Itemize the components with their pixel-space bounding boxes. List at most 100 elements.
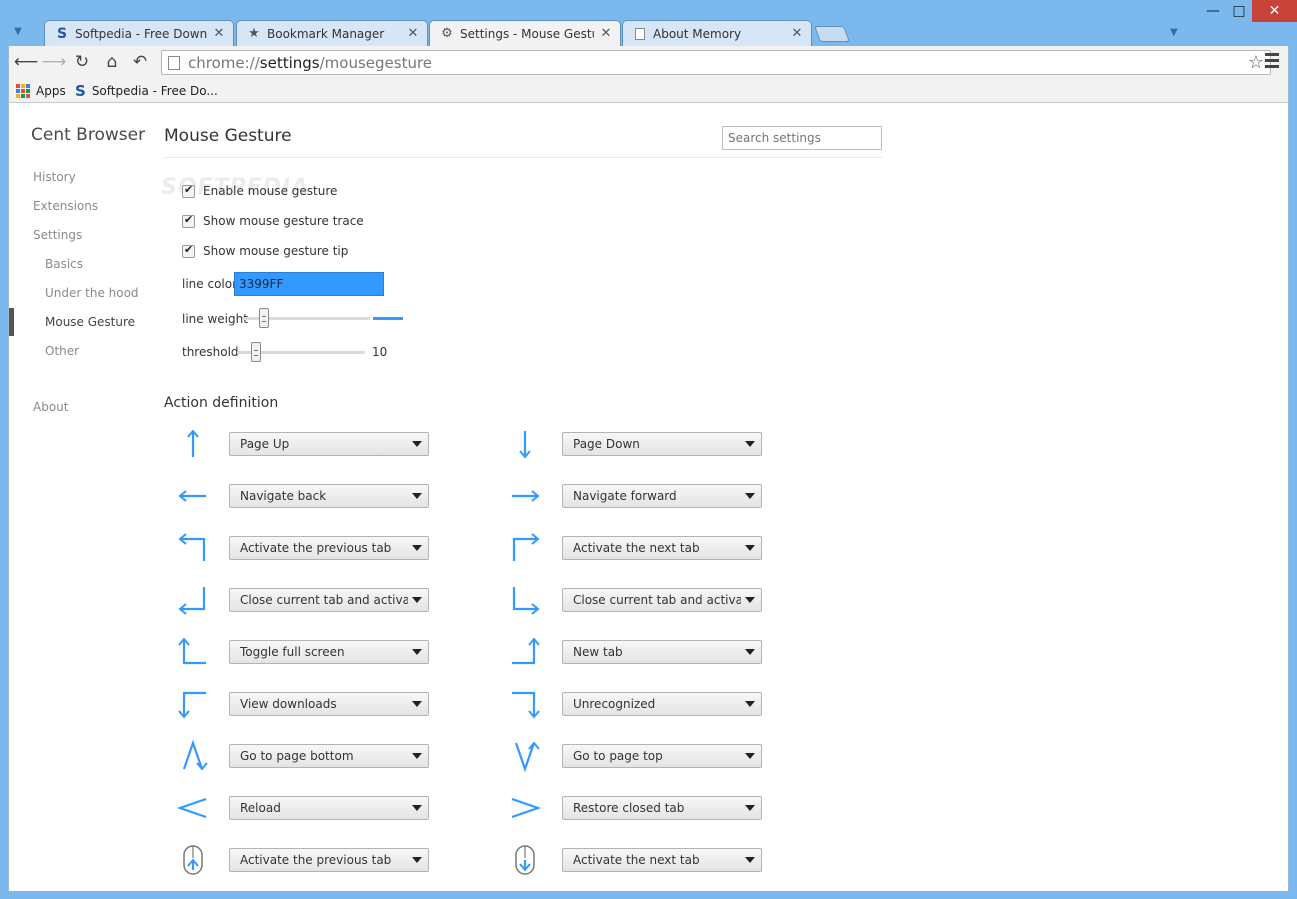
close-tab-icon[interactable]: ✕ <box>791 26 803 41</box>
action-select-left-right[interactable]: Reload <box>229 796 429 820</box>
page-title: Mouse Gesture <box>164 126 292 146</box>
action-select-right-down[interactable]: Unrecognized <box>562 692 762 716</box>
gesture-left-icon <box>176 479 210 513</box>
action-select-wheel-down[interactable]: Activate the next tab <box>562 848 762 872</box>
tab-softpedia[interactable]: S Softpedia - Free Downloads ✕ <box>44 20 234 46</box>
gear-icon: ⚙ <box>441 26 453 41</box>
chevron-down-icon <box>412 701 422 707</box>
new-tab-button[interactable] <box>814 26 850 42</box>
close-tab-icon[interactable]: ✕ <box>407 26 419 41</box>
action-select-up[interactable]: Page Up <box>229 432 429 456</box>
undo-close-tab-button[interactable]: ↶ <box>129 51 151 73</box>
action-select-down-up[interactable]: Go to page top <box>562 744 762 768</box>
action-select-value: Go to page top <box>573 749 663 763</box>
line-color-input[interactable]: 3399FF <box>234 272 384 296</box>
action-select-right-up[interactable]: New tab <box>562 640 762 664</box>
tab-list-icon[interactable]: ▼ <box>10 26 26 38</box>
threshold-slider-thumb[interactable] <box>251 342 261 362</box>
checkbox-label: Enable mouse gesture <box>203 184 338 198</box>
sidebar-item-about[interactable]: About <box>33 400 68 414</box>
page-icon <box>168 55 180 70</box>
gesture-down-right-icon <box>508 583 542 617</box>
sidebar-selection-marker <box>9 308 14 336</box>
chevron-down-icon <box>745 805 755 811</box>
close-icon: ✕ <box>1268 3 1281 19</box>
enable-mouse-gesture-checkbox[interactable]: Enable mouse gesture <box>182 183 338 198</box>
apps-icon <box>16 84 30 98</box>
action-select-up-left[interactable]: Activate the previous tab <box>229 536 429 560</box>
url-host: settings <box>259 53 320 72</box>
line-weight-slider-thumb[interactable] <box>259 308 269 328</box>
tab-settings[interactable]: ⚙ Settings - Mouse Gesture ✕ <box>429 20 621 46</box>
address-text[interactable]: chrome://settings/mousegesture <box>188 54 432 72</box>
sidebar-item-other[interactable]: Other <box>45 344 79 358</box>
action-select-right-left[interactable]: Restore closed tab <box>562 796 762 820</box>
sidebar-item-history[interactable]: History <box>33 170 76 184</box>
bookmark-label: Apps <box>36 84 66 98</box>
sidebar-item-mouse-gesture[interactable]: Mouse Gesture <box>45 315 135 329</box>
chevron-down-icon <box>745 649 755 655</box>
show-gesture-trace-checkbox[interactable]: Show mouse gesture trace <box>182 213 364 228</box>
address-bar[interactable]: chrome://settings/mousegesture ☆ <box>161 50 1271 75</box>
home-button[interactable]: ⌂ <box>101 51 123 73</box>
search-settings-input[interactable] <box>722 126 882 150</box>
show-gesture-tip-checkbox[interactable]: Show mouse gesture tip <box>182 243 348 258</box>
sidebar-item-basics[interactable]: Basics <box>45 257 83 271</box>
tab-about-memory[interactable]: About Memory ✕ <box>622 20 812 46</box>
minimize-icon: — <box>1206 3 1220 19</box>
tab-title: Softpedia - Free Downloads <box>75 26 207 41</box>
checkbox-box[interactable] <box>182 243 195 258</box>
close-tab-icon[interactable]: ✕ <box>600 26 612 41</box>
gesture-up-down-icon <box>176 739 210 773</box>
bookmark-apps[interactable]: Apps <box>16 82 66 100</box>
checkbox-box[interactable] <box>182 183 195 198</box>
toolbar: ⟵ ⟶ ↻ ⌂ ↶ chrome://settings/mousegesture… <box>8 46 1289 79</box>
tab-search-icon[interactable]: ▼ <box>1170 27 1178 38</box>
action-select-value: Navigate back <box>240 489 327 503</box>
undo-icon: ↶ <box>132 52 148 72</box>
action-select-down[interactable]: Page Down <box>562 432 762 456</box>
action-select-right[interactable]: Navigate forward <box>562 484 762 508</box>
reload-button[interactable]: ↻ <box>71 51 93 73</box>
action-select-left-down[interactable]: View downloads <box>229 692 429 716</box>
bookmark-softpedia[interactable]: S Softpedia - Free Do... <box>75 82 218 100</box>
sidebar-item-under-the-hood[interactable]: Under the hood <box>45 286 139 300</box>
menu-icon[interactable] <box>1265 53 1279 71</box>
action-select-wheel-up[interactable]: Activate the previous tab <box>229 848 429 872</box>
bookmarks-bar: Apps S Softpedia - Free Do... <box>8 79 1289 103</box>
star-icon: ★ <box>248 26 260 41</box>
action-select-left-up[interactable]: Toggle full screen <box>229 640 429 664</box>
action-select-up-right[interactable]: Activate the next tab <box>562 536 762 560</box>
close-tab-icon[interactable]: ✕ <box>213 26 225 41</box>
checkbox-box[interactable] <box>182 213 195 228</box>
action-select-down-right[interactable]: Close current tab and activate the next … <box>562 588 762 612</box>
action-select-left[interactable]: Navigate back <box>229 484 429 508</box>
chevron-down-icon <box>745 753 755 759</box>
title-divider <box>164 157 882 158</box>
chevron-down-icon <box>412 493 422 499</box>
action-select-down-left[interactable]: Close current tab and activate the previ… <box>229 588 429 612</box>
tab-bookmark-manager[interactable]: ★ Bookmark Manager ✕ <box>236 20 428 46</box>
back-button[interactable]: ⟵ <box>14 51 38 73</box>
action-select-value: Activate the next tab <box>573 853 700 867</box>
chevron-down-icon <box>745 545 755 551</box>
softpedia-icon: S <box>56 25 68 42</box>
minimize-button[interactable]: — <box>1200 0 1226 22</box>
sidebar-item-extensions[interactable]: Extensions <box>33 199 98 213</box>
settings-page: Cent Browser History Extensions Settings… <box>8 103 1289 891</box>
gesture-wheel-down-icon <box>508 843 542 877</box>
tab-strip: ▼ S Softpedia - Free Downloads ✕ ★ Bookm… <box>0 0 1297 46</box>
sidebar-item-settings[interactable]: Settings <box>33 228 82 242</box>
forward-button[interactable]: ⟶ <box>41 51 67 73</box>
chevron-down-icon <box>412 857 422 863</box>
chevron-down-icon <box>412 597 422 603</box>
chevron-down-icon <box>745 597 755 603</box>
action-select-up-down[interactable]: Go to page bottom <box>229 744 429 768</box>
maximize-button[interactable]: □ <box>1226 0 1252 22</box>
action-select-value: Activate the next tab <box>573 541 700 555</box>
gesture-wheel-up-icon <box>176 843 210 877</box>
action-select-value: Page Down <box>573 437 640 451</box>
close-window-button[interactable]: ✕ <box>1252 0 1297 22</box>
forward-arrow-icon: ⟶ <box>41 52 67 72</box>
bookmark-star-icon[interactable]: ☆ <box>1248 52 1264 73</box>
